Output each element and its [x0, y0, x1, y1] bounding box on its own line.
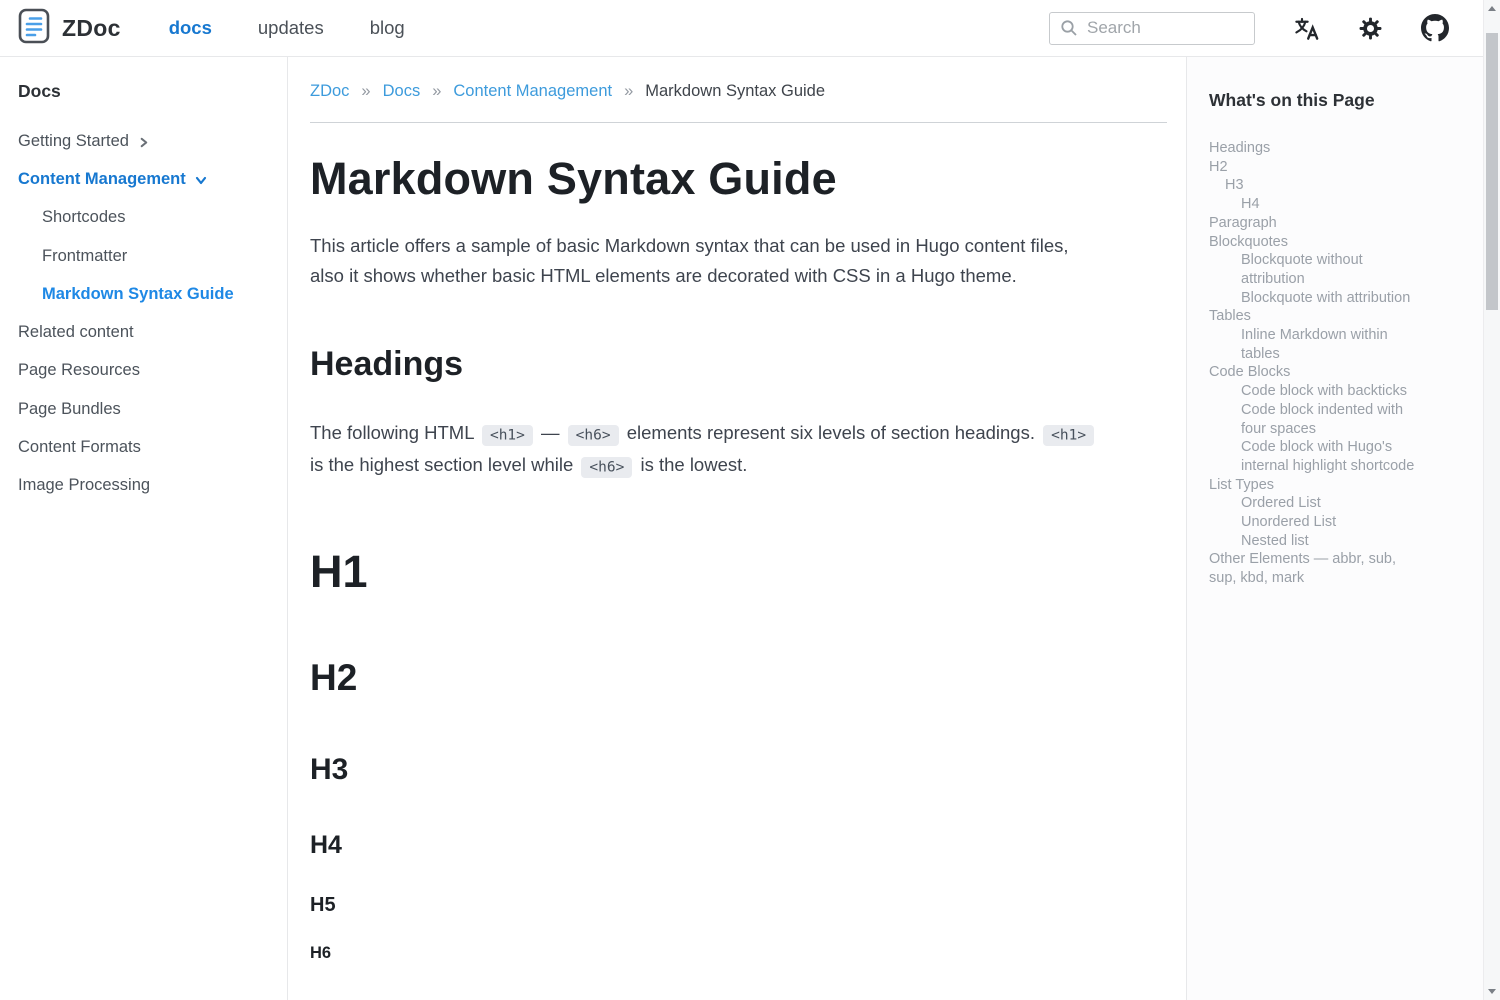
sidebar-item-label: Shortcodes [42, 208, 125, 227]
toc-item[interactable]: Code block indented with four spaces [1209, 401, 1421, 438]
search-box[interactable] [1049, 12, 1255, 45]
sidebar-nav: Getting Started Content Management Short… [18, 122, 277, 505]
inline-code: <h1> [1043, 425, 1094, 446]
scrollbar-thumb[interactable] [1486, 33, 1498, 310]
headings-paragraph: The following HTML <h1> — <h6> elements … [310, 418, 1100, 482]
sidebar-item-shortcodes[interactable]: Shortcodes [18, 199, 277, 237]
toc-item[interactable]: Code block with backticks [1209, 382, 1421, 401]
breadcrumb: ZDoc » Docs » Content Management » Markd… [310, 82, 1167, 101]
inline-code: <h6> [568, 425, 619, 446]
nav-link-docs[interactable]: docs [169, 17, 212, 39]
article-intro: This article offers a sample of basic Ma… [310, 231, 1100, 291]
inline-code: <h1> [482, 425, 533, 446]
sidebar-item-label: Markdown Syntax Guide [42, 285, 234, 304]
sidebar-item-markdown-syntax-guide[interactable]: Markdown Syntax Guide [18, 275, 277, 313]
sidebar-item-page-resources[interactable]: Page Resources [18, 352, 277, 390]
sample-heading-h6: H6 [310, 945, 1167, 962]
sample-heading-h2: H2 [310, 659, 1167, 698]
toc-item[interactable]: Paragraph [1209, 214, 1421, 233]
toc-item[interactable]: Code block with Hugo's internal highligh… [1209, 438, 1421, 475]
toc-item[interactable]: Unordered List [1209, 513, 1421, 532]
scroll-up-button[interactable] [1484, 0, 1500, 17]
sample-heading-h4: H4 [310, 832, 1167, 858]
sidebar-item-content-formats[interactable]: Content Formats [18, 428, 277, 466]
toc-item[interactable]: Blockquote with attribution [1209, 289, 1421, 308]
navbar: ZDoc docs updates blog [0, 0, 1483, 57]
toc-item[interactable]: Headings [1209, 139, 1421, 158]
breadcrumb-current-page: Markdown Syntax Guide [645, 82, 825, 101]
breadcrumb-separator: » [624, 82, 633, 101]
scroll-up-arrow-icon [1488, 6, 1496, 11]
sidebar-item-label: Page Bundles [18, 400, 121, 419]
sidebar-item-label: Image Processing [18, 476, 150, 495]
sidebar-item-label: Related content [18, 323, 134, 342]
section-heading-headings: Headings [310, 345, 1167, 384]
sample-heading-h3: H3 [310, 754, 1167, 786]
sidebar-item-related-content[interactable]: Related content [18, 313, 277, 351]
toc-item[interactable]: Blockquotes [1209, 233, 1421, 252]
scroll-down-arrow-icon [1488, 989, 1496, 994]
toc-panel: What's on this Page HeadingsH2H3H4Paragr… [1186, 57, 1483, 1000]
sidebar-item-content-management[interactable]: Content Management [18, 160, 277, 198]
sidebar-item-label: Content Formats [18, 438, 141, 457]
toc-item[interactable]: Blockquote without attribution [1209, 251, 1421, 288]
chevron-right-icon [138, 137, 149, 148]
breadcrumb-link-content-management[interactable]: Content Management [453, 82, 612, 101]
breadcrumb-link-zdoc[interactable]: ZDoc [310, 82, 349, 101]
toc-item[interactable]: Ordered List [1209, 494, 1421, 513]
sidebar-item-getting-started[interactable]: Getting Started [18, 122, 277, 160]
toc-item[interactable]: Tables [1209, 307, 1421, 326]
settings-gear-icon[interactable] [1358, 16, 1383, 41]
sample-headings: H1 H2 H3 H4 H5 H6 [310, 548, 1167, 962]
primary-nav: docs updates blog [169, 17, 405, 39]
sidebar-item-label: Content Management [18, 170, 186, 189]
toc-item[interactable]: H3 [1209, 176, 1421, 195]
search-input[interactable] [1087, 18, 1244, 38]
toc-item[interactable]: Inline Markdown within tables [1209, 326, 1421, 363]
sidebar-item-page-bundles[interactable]: Page Bundles [18, 390, 277, 428]
brand-name: ZDoc [62, 15, 121, 42]
sidebar-item-label: Page Resources [18, 361, 140, 380]
toc-item[interactable]: H2 [1209, 158, 1421, 177]
toc-title: What's on this Page [1209, 90, 1447, 111]
sidebar: Docs Getting Started Content Management … [0, 57, 288, 1000]
sidebar-item-label: Frontmatter [42, 247, 127, 266]
toc-item[interactable]: Other Elements — abbr, sub, sup, kbd, ma… [1209, 550, 1421, 587]
github-icon[interactable] [1421, 14, 1449, 42]
breadcrumb-separator: » [361, 82, 370, 101]
breadcrumb-separator: » [432, 82, 441, 101]
logo-icon [18, 8, 50, 49]
sidebar-item-label: Getting Started [18, 132, 129, 151]
toc-item[interactable]: List Types [1209, 476, 1421, 495]
toc-item[interactable]: Code Blocks [1209, 363, 1421, 382]
navbar-actions [1049, 12, 1449, 45]
sidebar-item-image-processing[interactable]: Image Processing [18, 467, 277, 505]
page-title: Markdown Syntax Guide [310, 153, 1167, 205]
page: ZDoc docs updates blog [0, 0, 1483, 1000]
breadcrumb-link-docs[interactable]: Docs [383, 82, 421, 101]
brand[interactable]: ZDoc [18, 8, 121, 49]
inline-code: <h6> [581, 457, 632, 478]
search-icon [1060, 19, 1078, 37]
toc-list: HeadingsH2H3H4ParagraphBlockquotesBlockq… [1209, 139, 1421, 588]
sidebar-title: Docs [18, 81, 277, 102]
toc-item[interactable]: Nested list [1209, 532, 1421, 551]
main-content: ZDoc » Docs » Content Management » Markd… [288, 57, 1186, 1000]
sample-heading-h1: H1 [310, 548, 1167, 595]
scroll-down-button[interactable] [1484, 983, 1500, 1000]
layout: Docs Getting Started Content Management … [0, 57, 1483, 1000]
nav-link-blog[interactable]: blog [370, 17, 405, 39]
toc-item[interactable]: H4 [1209, 195, 1421, 214]
nav-link-updates[interactable]: updates [258, 17, 324, 39]
scrollbar[interactable] [1483, 0, 1500, 1000]
breadcrumb-divider [310, 122, 1167, 123]
translate-icon[interactable] [1293, 15, 1320, 42]
sidebar-item-frontmatter[interactable]: Frontmatter [18, 237, 277, 275]
sample-heading-h5: H5 [310, 895, 1167, 916]
chevron-down-icon [195, 174, 207, 186]
